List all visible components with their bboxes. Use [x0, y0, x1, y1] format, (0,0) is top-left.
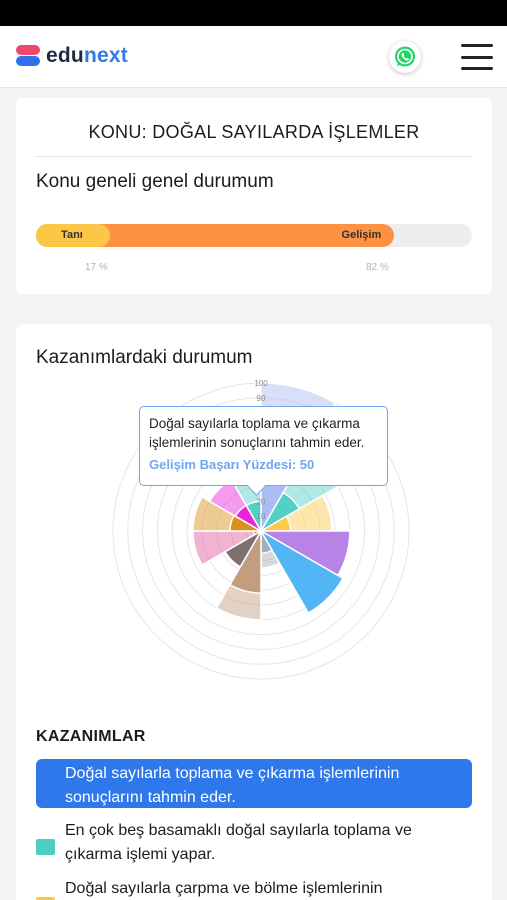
kazanim-item-2[interactable]: En çok beş basamaklı doğal sayılarla top…	[36, 819, 472, 867]
topic-title: KONU: DOĞAL SAYILARDA İŞLEMLER	[88, 122, 420, 142]
topic-divider	[36, 156, 472, 157]
logo-text: edunext	[46, 44, 128, 67]
kazanim-card: Kazanımlardaki durumum 100 90 20 10 Doğal s…	[16, 324, 492, 900]
topic-card: KONU: DOĞAL SAYILARDA İŞLEMLER Konu gene…	[16, 98, 492, 294]
overall-progress-bar: Tanı Gelişim	[36, 224, 472, 247]
kazanimlar-heading: KAZANIMLAR	[36, 728, 146, 745]
hamburger-menu-icon[interactable]	[461, 44, 493, 70]
kazanim-status-heading: Kazanımlardaki durumum	[36, 347, 253, 368]
tani-percent: 17 %	[85, 262, 108, 273]
kazanim-item-3[interactable]: Doğal sayılarla çarpma ve bölme işlemler…	[36, 877, 472, 900]
logo-mark-icon	[16, 44, 40, 68]
progress-tani-label: Tanı	[61, 229, 83, 241]
kazanim-item-text: Doğal sayılarla toplama ve çıkarma işlem…	[65, 765, 400, 806]
app-header: edunext	[0, 26, 507, 88]
kazanim-item-text: Doğal sayılarla çarpma ve bölme işlemler…	[65, 880, 383, 897]
radial-tick-label: 20	[257, 497, 266, 506]
chart-tooltip: Doğal sayılarla toplama ve çıkarma işlem…	[139, 406, 388, 486]
overall-status-heading: Konu geneli genel durumum	[36, 171, 274, 192]
kazanim-item-text: En çok beş basamaklı doğal sayılarla top…	[65, 822, 412, 863]
status-bar	[0, 0, 507, 26]
edunext-logo[interactable]: edunext	[16, 44, 128, 68]
tooltip-value: Gelişim Başarı Yüzdesi: 50	[149, 457, 315, 472]
gelisim-percent: 82 %	[366, 262, 389, 273]
radial-tick-label: 90	[257, 394, 266, 403]
tooltip-text: Doğal sayılarla toplama ve çıkarma işlem…	[149, 416, 365, 450]
radial-tick-label: 10	[257, 512, 266, 521]
progress-gelisim-label: Gelişim	[341, 229, 382, 241]
legend-swatch	[36, 839, 55, 855]
radial-tick-label: 100	[254, 379, 268, 388]
kazanim-item-1[interactable]: Doğal sayılarla toplama ve çıkarma işlem…	[36, 759, 472, 808]
whatsapp-icon[interactable]	[389, 41, 421, 73]
